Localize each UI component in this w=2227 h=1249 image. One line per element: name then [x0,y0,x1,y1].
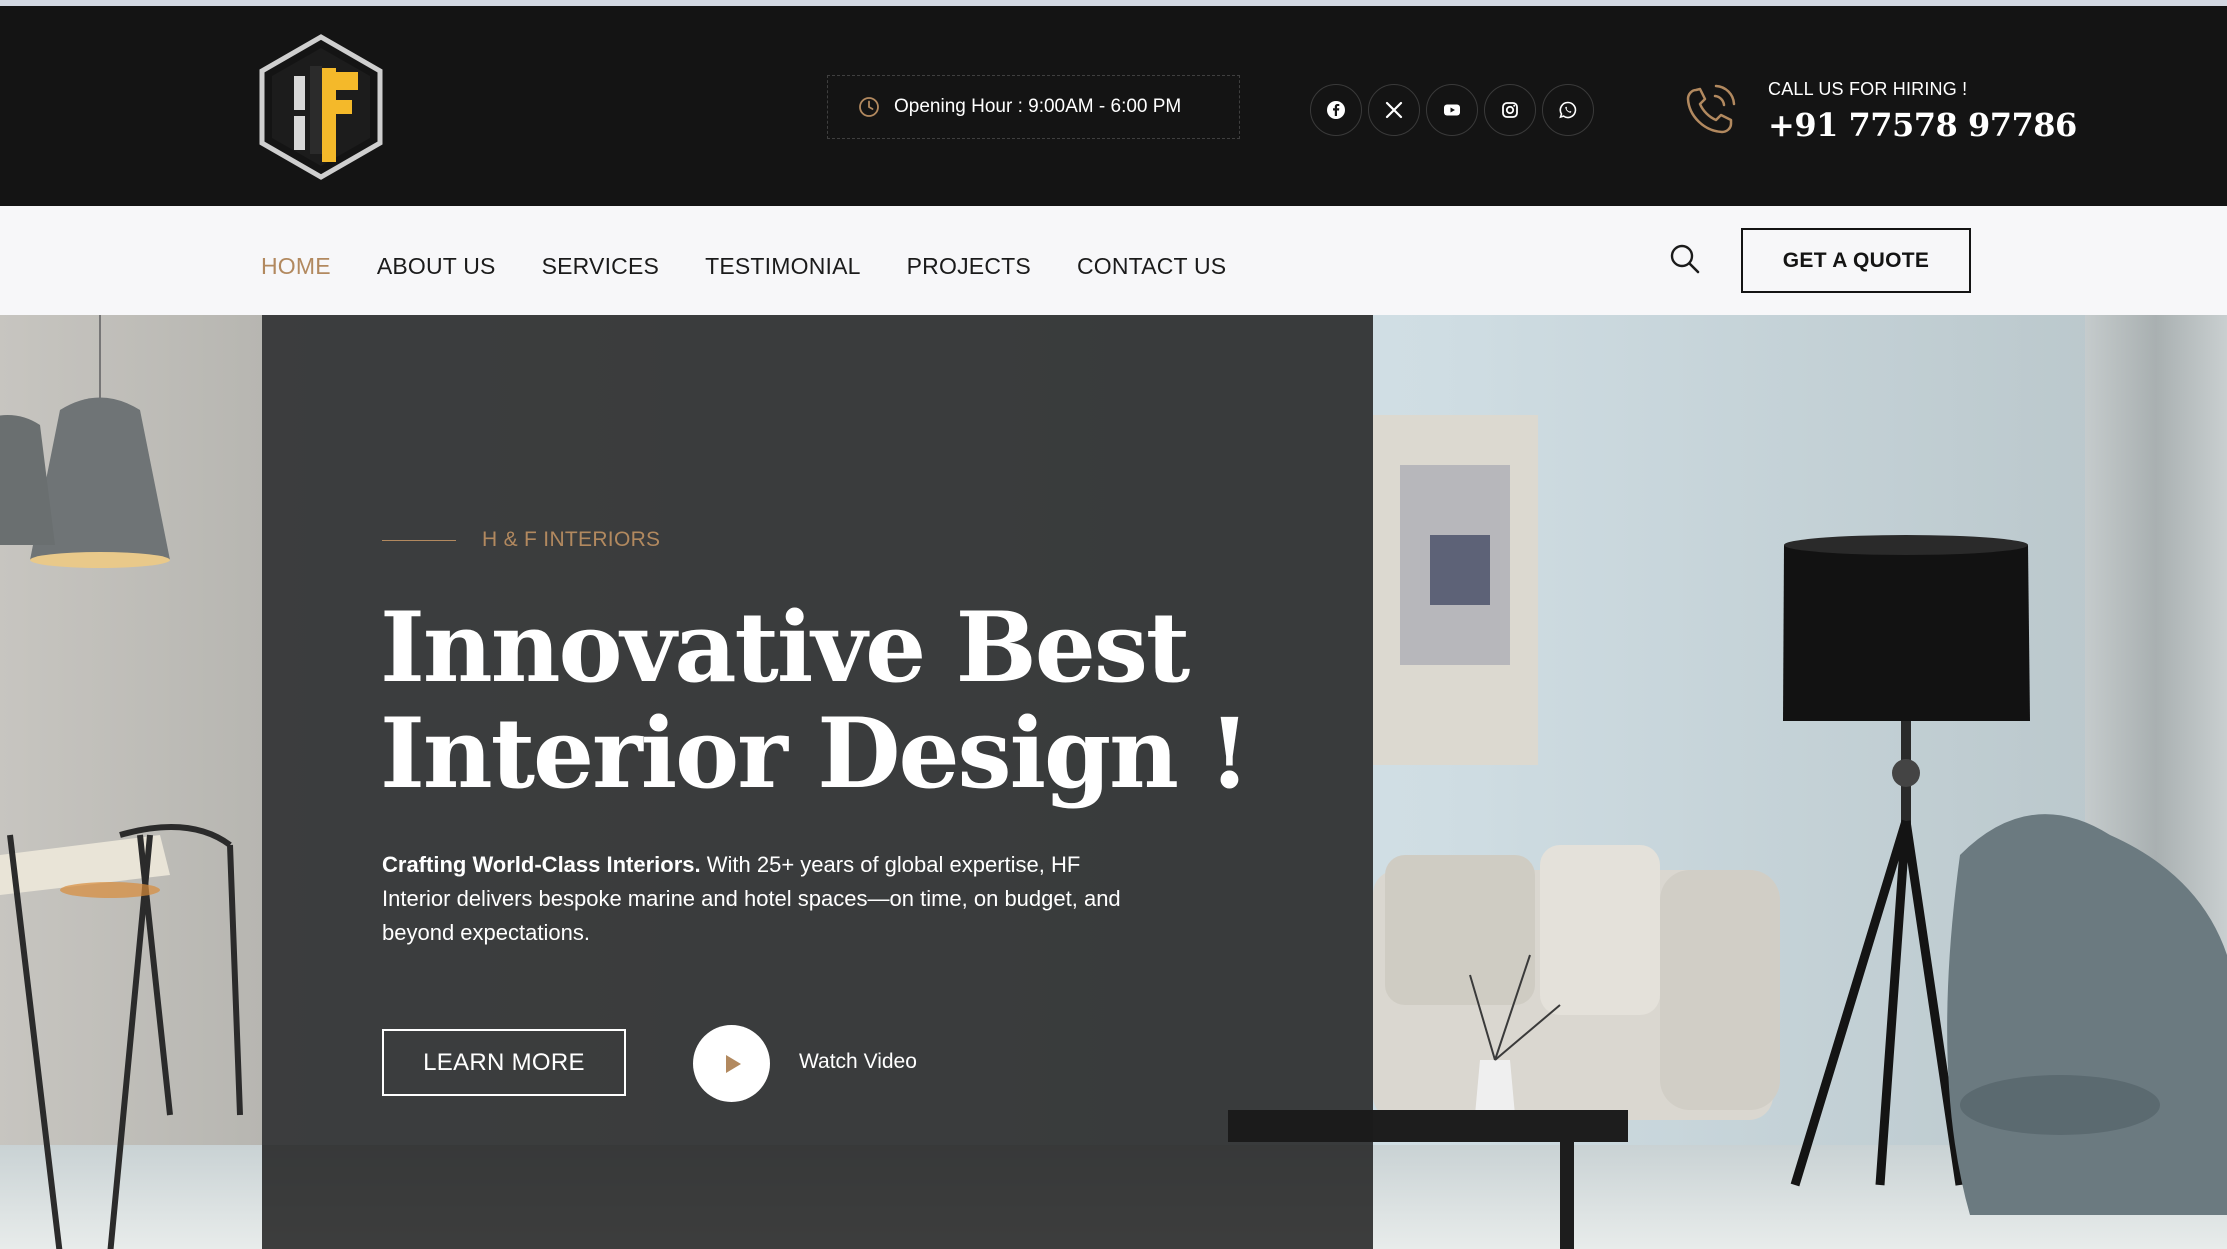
phone-icon [1686,84,1736,134]
nav-item-home[interactable]: HOME [261,253,331,280]
watch-video-button[interactable] [693,1025,770,1102]
call-label: CALL US FOR HIRING ! [1768,79,1968,99]
nav-item-testimonial[interactable]: TESTIMONIAL [705,253,861,280]
call-number[interactable]: +91 77578 97786 [1768,106,2077,144]
whatsapp-link[interactable] [1542,84,1594,136]
watch-video-label[interactable]: Watch Video [799,1050,917,1074]
hero-headline: Innovative Best Interior Design ! [380,591,1251,810]
nav-menu: HOME ABOUT US SERVICES TESTIMONIAL PROJE… [261,253,1272,280]
hf-logo[interactable] [258,34,384,180]
instagram-link[interactable] [1484,84,1536,136]
nav-item-services[interactable]: SERVICES [542,253,660,280]
x-icon [1385,101,1403,119]
youtube-icon [1444,104,1460,116]
eyebrow-line [382,539,456,541]
whatsapp-icon [1559,101,1577,119]
top-bar: Opening Hour : 9:00AM - 6:00 PM CALL US … [0,6,2227,206]
hero-eyebrow: H & F INTERIORS [382,528,660,552]
clock-icon [859,97,879,117]
nav-item-projects[interactable]: PROJECTS [907,253,1031,280]
main-navbar: HOME ABOUT US SERVICES TESTIMONIAL PROJE… [0,206,2227,315]
facebook-link[interactable] [1310,84,1362,136]
social-links [1310,84,1594,136]
youtube-link[interactable] [1426,84,1478,136]
instagram-icon [1502,102,1518,118]
get-a-quote-button[interactable]: GET A QUOTE [1741,228,1971,293]
x-link[interactable] [1368,84,1420,136]
nav-item-about-us[interactable]: ABOUT US [377,253,496,280]
nav-item-contact-us[interactable]: CONTACT US [1077,253,1226,280]
opening-hours-box: Opening Hour : 9:00AM - 6:00 PM [827,75,1240,139]
facebook-icon [1327,101,1345,119]
search-icon[interactable] [1668,242,1702,276]
hero-description-bold: Crafting World-Class Interiors. [382,852,701,877]
hero-headline-line2: Interior Design ! [380,697,1251,810]
opening-hours-text: Opening Hour : 9:00AM - 6:00 PM [894,96,1182,117]
hero-description: Crafting World-Class Interiors. With 25+… [382,848,1122,950]
hero-section: H & F INTERIORS Innovative Best Interior… [0,315,2227,1249]
learn-more-button[interactable]: LEARN MORE [382,1029,626,1096]
hero-headline-line1: Innovative Best [380,591,1190,704]
play-icon [725,1054,741,1073]
eyebrow-text: H & F INTERIORS [482,528,661,551]
